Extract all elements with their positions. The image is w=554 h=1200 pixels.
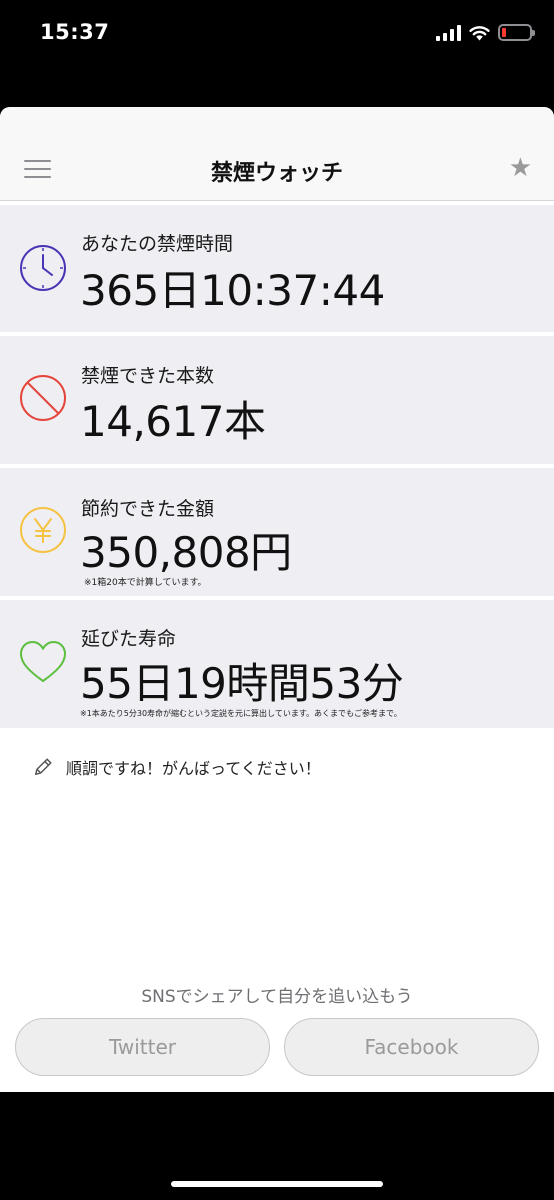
- battery-icon: [498, 24, 535, 41]
- facebook-share-button[interactable]: Facebook: [284, 1018, 539, 1076]
- wifi-icon: [469, 25, 490, 40]
- cigarette-count-card: 禁煙できた本数 14,617本: [0, 336, 554, 464]
- cigarette-count-label: 禁煙できた本数: [81, 365, 215, 387]
- no-smoking-icon: [20, 375, 66, 421]
- quit-time-card: あなたの禁煙時間 365日10:37:44: [0, 205, 554, 332]
- life-extended-note: ※1本あたり5分30寿命が縮むという定説を元に算出しています。あくまでもご参考ま…: [80, 709, 402, 718]
- heart-icon: [19, 640, 67, 683]
- life-extended-label: 延びた寿命: [81, 628, 177, 650]
- message-text: 順調ですね！がんばってください！: [66, 759, 321, 778]
- cigarette-count-value: 14,617本: [80, 397, 266, 446]
- app-sheet: 禁煙ウォッチ ★ あなたの禁煙時間 365日10:37:44 禁煙できた本数 1…: [0, 107, 554, 1092]
- clock-icon: [20, 245, 66, 291]
- money-saved-value: 350,808円: [80, 528, 292, 577]
- navbar: 禁煙ウォッチ ★: [0, 107, 554, 201]
- home-indicator[interactable]: [171, 1181, 383, 1187]
- life-extended-card: 延びた寿命 55日19時間53分 ※1本あたり5分30寿命が縮むという定説を元に…: [0, 600, 554, 728]
- quit-time-value: 365日10:37:44: [80, 266, 385, 315]
- status-bar: 15:37: [0, 0, 554, 68]
- money-saved-note: ※1箱20本で計算しています。: [84, 578, 207, 588]
- share-buttons: Twitter Facebook: [15, 1018, 539, 1076]
- yen-icon: [20, 507, 66, 553]
- status-time: 15:37: [40, 20, 110, 44]
- share-caption: SNSでシェアして自分を追い込もう: [141, 987, 413, 1007]
- status-icons: [436, 24, 535, 41]
- battery-level: [502, 28, 506, 37]
- encouragement-message: 順調ですね！がんばってください！: [32, 755, 321, 779]
- cellular-signal-icon: [436, 24, 461, 41]
- stat-list: あなたの禁煙時間 365日10:37:44 禁煙できた本数 14,617本 節約…: [0, 205, 554, 728]
- page-title: 禁煙ウォッチ: [210, 161, 343, 186]
- life-extended-value: 55日19時間53分: [80, 659, 404, 708]
- quit-time-label: あなたの禁煙時間: [81, 233, 234, 255]
- twitter-share-button[interactable]: Twitter: [15, 1018, 270, 1076]
- money-saved-label: 節約できた金額: [81, 498, 215, 520]
- pencil-icon: [34, 758, 52, 776]
- money-saved-card: 節約できた金額 350,808円 ※1箱20本で計算しています。: [0, 468, 554, 596]
- star-icon[interactable]: ★: [509, 155, 532, 181]
